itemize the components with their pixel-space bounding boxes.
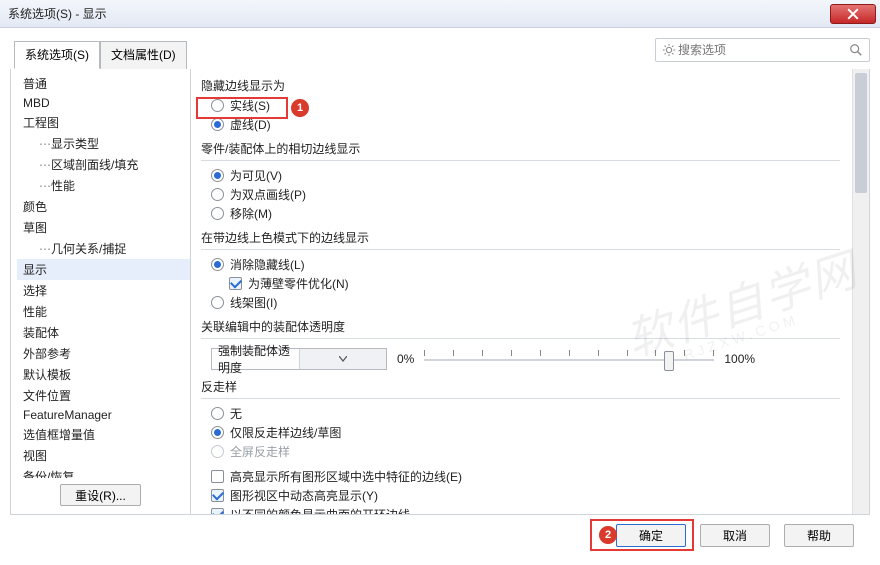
dialog-body: 系统选项(S) 文档属性(D) 普通MBD工程图⋯显示类型⋯区域剖面线/填充⋯性… xyxy=(0,28,880,565)
tree-item[interactable]: ⋯区域剖面线/填充 xyxy=(17,154,190,175)
divider xyxy=(201,249,840,250)
chevron-down-icon xyxy=(299,349,387,369)
search-input[interactable] xyxy=(676,42,849,58)
check-thin-wall[interactable]: 为薄壁零件优化(N) xyxy=(201,274,840,293)
tree-item[interactable]: 显示 xyxy=(17,259,190,280)
tree-item[interactable]: 装配体 xyxy=(17,322,190,343)
divider xyxy=(201,398,840,399)
tree-item[interactable]: 工程图 xyxy=(17,112,190,133)
window-title: 系统选项(S) - 显示 xyxy=(8,5,830,22)
radio-remove[interactable]: 移除(M) xyxy=(201,204,840,223)
transparency-combo[interactable]: 强制装配体透明度 xyxy=(211,348,387,370)
tree-item[interactable]: 普通 xyxy=(17,73,190,94)
tree-item[interactable]: 外部参考 xyxy=(17,343,190,364)
right-scroll[interactable]: 隐藏边线显示为 实线(S) 虚线(D) 零件/装配体上的相切边线显示 为可见(V… xyxy=(191,69,852,514)
group-tangent-edges: 零件/装配体上的相切边线显示 xyxy=(201,140,840,157)
close-button[interactable] xyxy=(830,4,876,24)
scrollbar-thumb[interactable] xyxy=(855,73,867,193)
annotation-badge-2: 2 xyxy=(599,526,617,544)
tree-item[interactable]: ⋯性能 xyxy=(17,175,190,196)
tree-item[interactable]: 备份/恢复 xyxy=(17,466,190,478)
radio-solid-line[interactable]: 实线(S) xyxy=(201,96,840,115)
reset-button[interactable]: 重设(R)... xyxy=(60,484,141,506)
tree-item[interactable]: 视图 xyxy=(17,445,190,466)
group-hidden-edges: 隐藏边线显示为 xyxy=(201,77,840,94)
reset-wrap: 重设(R)... xyxy=(11,478,190,514)
group-antialias: 反走样 xyxy=(201,378,840,395)
cancel-button[interactable]: 取消 xyxy=(700,524,770,547)
slider-min-label: 0% xyxy=(397,352,414,366)
tree-item[interactable]: 选值框增量值 xyxy=(17,424,190,445)
help-button[interactable]: 帮助 xyxy=(784,524,854,547)
tree-item[interactable]: ⋯几何关系/捕捉 xyxy=(17,238,190,259)
tree-item[interactable]: 性能 xyxy=(17,301,190,322)
radio-aa-edges[interactable]: 仅限反走样边线/草图 xyxy=(201,423,840,442)
tree-scroll[interactable]: 普通MBD工程图⋯显示类型⋯区域剖面线/填充⋯性能颜色草图⋯几何关系/捕捉显示选… xyxy=(11,69,190,478)
tabs: 系统选项(S) 文档属性(D) xyxy=(14,40,187,69)
check-open-edges-color[interactable]: 以不同的颜色显示曲面的开环边线 xyxy=(201,505,840,514)
radio-wireframe[interactable]: 线架图(I) xyxy=(201,293,840,312)
category-tree: 普通MBD工程图⋯显示类型⋯区域剖面线/填充⋯性能颜色草图⋯几何关系/捕捉显示选… xyxy=(11,69,190,478)
group-transparency: 关联编辑中的装配体透明度 xyxy=(201,318,840,335)
radio-visible[interactable]: 为可见(V) xyxy=(201,166,840,185)
tab-system-options[interactable]: 系统选项(S) xyxy=(14,41,100,69)
tree-item[interactable]: 默认模板 xyxy=(17,364,190,385)
close-icon xyxy=(847,8,859,20)
titlebar: 系统选项(S) - 显示 xyxy=(0,0,880,28)
tree-item[interactable]: 草图 xyxy=(17,217,190,238)
ok-button[interactable]: 确定 xyxy=(616,524,686,547)
tree-item[interactable]: 文件位置 xyxy=(17,385,190,406)
radio-aa-full: 全屏反走样 xyxy=(201,442,840,461)
slider-max-label: 100% xyxy=(724,352,755,366)
right-scrollbar[interactable] xyxy=(852,69,869,514)
check-dynamic-highlight[interactable]: 图形视区中动态高亮显示(Y) xyxy=(201,486,840,505)
transparency-row: 强制装配体透明度 0% 100% xyxy=(211,344,840,374)
tree-item[interactable]: ⋯显示类型 xyxy=(17,133,190,154)
radio-dashed-line[interactable]: 虚线(D) xyxy=(201,115,840,134)
footer: 确定 取消 帮助 2 xyxy=(10,515,870,555)
check-highlight-edges[interactable]: 高亮显示所有图形区域中选中特征的边线(E) xyxy=(201,467,840,486)
tree-item[interactable]: 选择 xyxy=(17,280,190,301)
search-icon xyxy=(849,43,863,57)
radio-aa-none[interactable]: 无 xyxy=(201,404,840,423)
slider-handle[interactable] xyxy=(664,351,674,371)
tree-panel: 普通MBD工程图⋯显示类型⋯区域剖面线/填充⋯性能颜色草图⋯几何关系/捕捉显示选… xyxy=(11,69,191,514)
divider xyxy=(201,338,840,339)
search-box[interactable] xyxy=(655,38,870,62)
tree-item[interactable]: FeatureManager xyxy=(17,406,190,424)
tree-item[interactable]: MBD xyxy=(17,94,190,112)
top-row: 系统选项(S) 文档属性(D) xyxy=(10,34,870,69)
tab-document-properties[interactable]: 文档属性(D) xyxy=(100,41,187,69)
group-shaded-edges: 在带边线上色模式下的边线显示 xyxy=(201,229,840,246)
radio-phantom[interactable]: 为双点画线(P) xyxy=(201,185,840,204)
transparency-slider[interactable] xyxy=(424,344,714,374)
content: 普通MBD工程图⋯显示类型⋯区域剖面线/填充⋯性能颜色草图⋯几何关系/捕捉显示选… xyxy=(10,69,870,515)
right-panel: 隐藏边线显示为 实线(S) 虚线(D) 零件/装配体上的相切边线显示 为可见(V… xyxy=(191,69,869,514)
tree-item[interactable]: 颜色 xyxy=(17,196,190,217)
radio-hlr[interactable]: 消除隐藏线(L) xyxy=(201,255,840,274)
gear-icon xyxy=(662,43,676,57)
divider xyxy=(201,160,840,161)
